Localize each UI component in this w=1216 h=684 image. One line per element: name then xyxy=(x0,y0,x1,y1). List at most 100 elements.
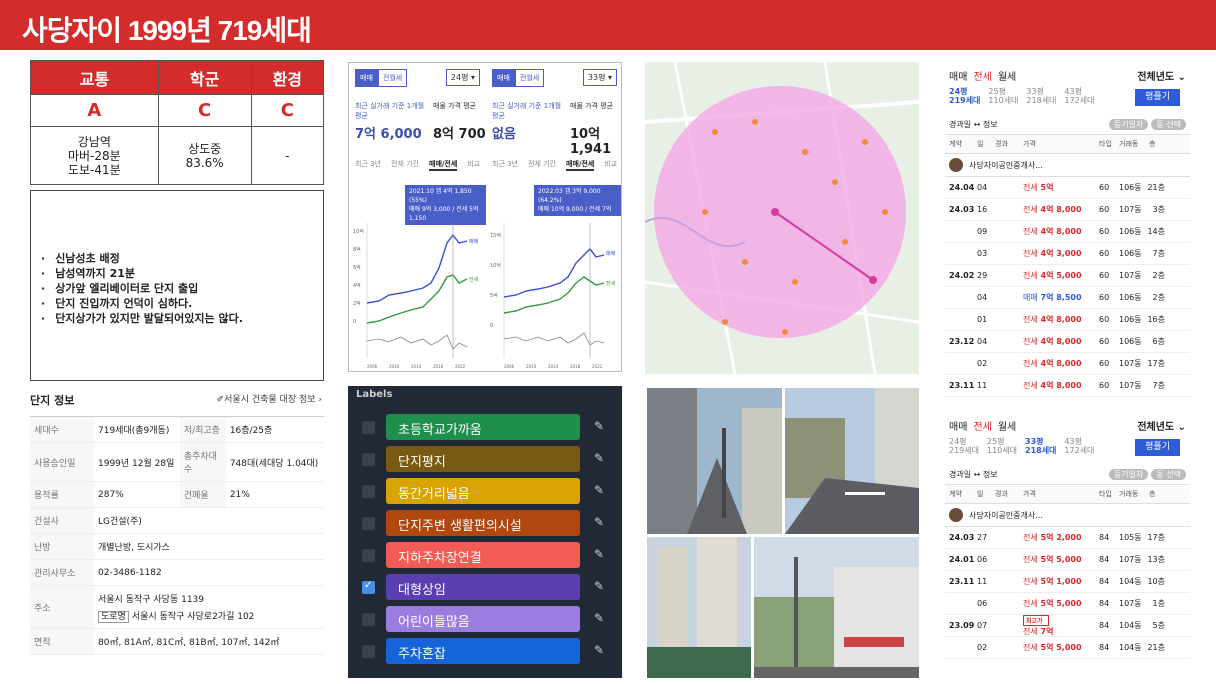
table-row[interactable]: 24.01 06 전세 5억 5,000 84 107동 13층 xyxy=(945,549,1190,571)
building-registry-link[interactable]: ✐서울시 건축물 대장 정보 › xyxy=(217,392,322,408)
label-checkbox[interactable] xyxy=(362,485,375,498)
sale-series xyxy=(366,233,468,304)
size-option[interactable]: 43평 172세대 xyxy=(1064,437,1094,455)
row-deal-type: 전세 xyxy=(1023,555,1038,564)
registry-date-filter[interactable]: 등기일자 xyxy=(1108,469,1149,480)
tab-jeonse[interactable]: 전세 xyxy=(973,68,991,83)
subtab-all[interactable]: 전체 기간 xyxy=(391,159,419,171)
label-checkbox-checked[interactable] xyxy=(362,580,375,594)
label-chip[interactable]: 대형상임 xyxy=(386,574,580,600)
pencil-icon[interactable]: ✎ xyxy=(594,579,604,593)
label-row[interactable]: 대형상임 ✎ xyxy=(362,574,612,600)
subtab-sale-rent[interactable]: 매매/전세 xyxy=(566,159,595,171)
year-select[interactable]: 전체년도 ⌄ xyxy=(1137,418,1186,433)
y-tick: 0 xyxy=(353,319,356,325)
pencil-icon[interactable]: ✎ xyxy=(594,451,604,465)
tab-sale[interactable]: 매매 xyxy=(949,418,967,433)
col-contract: 계약 xyxy=(949,490,962,498)
subtab-compare[interactable]: 비교 xyxy=(467,159,480,171)
label-chip[interactable]: 초등학교가까움 xyxy=(386,414,580,440)
agent-row[interactable]: 사당자이공인중개사... xyxy=(945,504,1190,527)
size-option[interactable]: 33평 218세대 xyxy=(1026,87,1056,105)
school-district-map[interactable] xyxy=(645,62,919,374)
label-checkbox[interactable] xyxy=(362,517,375,530)
expand-sizes-button[interactable]: 평플기 xyxy=(1135,89,1180,106)
row-area: 60 xyxy=(1099,315,1110,324)
caret-down-icon: ▾ xyxy=(607,73,612,82)
subtab-all[interactable]: 전체 기간 xyxy=(528,159,556,171)
label-row[interactable]: 동간거리넓음 ✎ xyxy=(362,478,612,504)
expand-sizes-button[interactable]: 평플기 xyxy=(1135,439,1180,456)
subtab-compare[interactable]: 비교 xyxy=(604,159,617,171)
size-option[interactable]: 25평 110세대 xyxy=(987,437,1017,455)
table-row[interactable]: 02 전세 4억 8,000 60 107동 17층 xyxy=(945,353,1190,375)
table-row[interactable]: 23.09 07 최고가 전세 7억 84 104동 5층 xyxy=(945,614,1190,637)
label-checkbox[interactable] xyxy=(362,421,375,434)
label-row[interactable]: 초등학교가까움 ✎ xyxy=(362,414,612,440)
label-checkbox[interactable] xyxy=(362,549,375,562)
label-row[interactable]: 단지평지 ✎ xyxy=(362,446,612,472)
year-select[interactable]: 전체년도 ⌄ xyxy=(1137,68,1186,83)
pencil-icon[interactable]: ✎ xyxy=(594,483,604,497)
table-row[interactable]: 23.11 11 전세 5억 1,000 84 104동 10층 xyxy=(945,571,1190,593)
table-row[interactable]: 24.03 16 전세 4억 8,000 60 107동 3층 xyxy=(945,199,1190,221)
label-row[interactable]: 어린이들많음 ✎ xyxy=(362,606,612,632)
tab-monthly[interactable]: 월세 xyxy=(998,418,1016,433)
table-row[interactable]: 06 전세 5억 5,000 84 107동 1층 xyxy=(945,593,1190,615)
tab-sale[interactable]: 매매 xyxy=(492,69,515,87)
label-checkbox[interactable] xyxy=(362,613,375,626)
table-row[interactable]: 03 전세 4억 3,000 60 106동 7층 xyxy=(945,243,1190,265)
dong-filter[interactable]: 동 선택 xyxy=(1151,119,1186,130)
table-row[interactable]: 24.02 29 전세 4억 5,000 60 107동 2층 xyxy=(945,265,1190,287)
label-chip[interactable]: 단지평지 xyxy=(386,446,580,472)
tab-sale[interactable]: 매매 xyxy=(949,68,967,83)
info-key: 주소 xyxy=(30,585,94,629)
subtab-sale-rent[interactable]: 매매/전세 xyxy=(429,159,458,171)
sort-toggle[interactable]: 경과일 ↔ 정보 xyxy=(949,119,998,130)
tab-rent[interactable]: 전월세 xyxy=(514,69,545,87)
table-row[interactable]: 09 전세 4억 8,000 60 106동 14층 xyxy=(945,221,1190,243)
agent-row[interactable]: 사당자이공인중개사... xyxy=(945,154,1190,177)
label-checkbox[interactable] xyxy=(362,453,375,466)
label-chip[interactable]: 주차혼잡 xyxy=(386,638,580,664)
tab-monthly[interactable]: 월세 xyxy=(998,68,1016,83)
info-row: 사용승인일 1999년 12월 28일 총주차대수 748대(세대당 1.04대… xyxy=(30,442,324,482)
pencil-icon[interactable]: ✎ xyxy=(594,419,604,433)
registry-date-filter[interactable]: 등기일자 xyxy=(1108,119,1149,130)
table-row[interactable]: 23.12 04 전세 4억 8,000 60 106동 6층 xyxy=(945,331,1190,353)
label-chip[interactable]: 동간거리넓음 xyxy=(386,478,580,504)
size-option[interactable]: 25평 110세대 xyxy=(988,87,1018,105)
subtab-recent[interactable]: 최근 3년 xyxy=(355,159,381,171)
label-row[interactable]: 단지주변 생활편의시설 ✎ xyxy=(362,510,612,536)
table-row[interactable]: 04 매매 7억 8,500 60 106동 2층 xyxy=(945,287,1190,309)
subtab-recent[interactable]: 최근 3년 xyxy=(492,159,518,171)
table-row[interactable]: 23.11 11 전세 4억 8,000 60 107동 7층 xyxy=(945,375,1190,397)
size-option[interactable]: 24평 219세대 xyxy=(949,87,980,105)
size-option[interactable]: 24평 219세대 xyxy=(949,437,979,455)
tab-rent[interactable]: 전월세 xyxy=(377,69,408,87)
size-option[interactable]: 43평 172세대 xyxy=(1064,87,1094,105)
col-elapsed: 경과 xyxy=(995,140,1008,148)
tab-sale[interactable]: 매매 xyxy=(355,69,378,87)
table-row[interactable]: 02 전세 5억 5,000 84 104동 21층 xyxy=(945,637,1190,659)
sort-toggle[interactable]: 경과일 ↔ 정보 xyxy=(949,469,998,480)
table-row[interactable]: 24.04 04 전세 5억 60 106동 21층 xyxy=(945,177,1190,199)
pencil-icon[interactable]: ✎ xyxy=(594,515,604,529)
dong-filter[interactable]: 동 선택 xyxy=(1151,469,1186,480)
label-row[interactable]: 지하주차장연결 ✎ xyxy=(362,542,612,568)
pencil-icon[interactable]: ✎ xyxy=(594,643,604,657)
size-select[interactable]: 24평 ▾ xyxy=(445,69,480,86)
size-select[interactable]: 33평 ▾ xyxy=(582,69,617,86)
size-option[interactable]: 33평 218세대 xyxy=(1025,437,1056,455)
label-row[interactable]: 주차혼잡 ✎ xyxy=(362,638,612,664)
label-chip[interactable]: 지하주차장연결 xyxy=(386,542,580,568)
tab-jeonse[interactable]: 전세 xyxy=(973,418,991,433)
label-chip[interactable]: 단지주변 생활편의시설 xyxy=(386,510,580,536)
label-chip[interactable]: 어린이들많음 xyxy=(386,606,580,632)
label-checkbox[interactable] xyxy=(362,645,375,658)
table-row[interactable]: 01 전세 4억 8,000 60 106동 16층 xyxy=(945,309,1190,331)
size-units: 110세대 xyxy=(987,446,1017,455)
table-row[interactable]: 24.03 27 전세 5억 2,000 84 105동 17층 xyxy=(945,527,1190,549)
pencil-icon[interactable]: ✎ xyxy=(594,611,604,625)
pencil-icon[interactable]: ✎ xyxy=(594,547,604,561)
